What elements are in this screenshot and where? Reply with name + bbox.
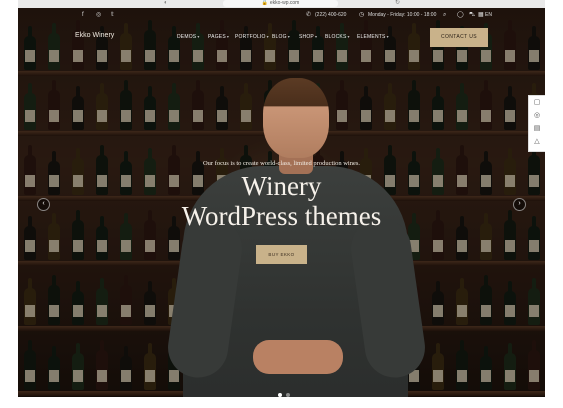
doc-icon[interactable]: ▤ xyxy=(529,122,545,135)
contact-us-button[interactable]: CONTACT US xyxy=(430,28,488,47)
hero-title-line2: WordPress themes xyxy=(181,201,382,231)
clock-icon: ◷ xyxy=(359,12,365,18)
flag-icon: ▦ xyxy=(478,12,484,18)
opening-hours: Monday - Friday: 10:00 - 18:00 xyxy=(368,12,437,18)
reader-icon[interactable]: ◐ xyxy=(164,0,168,7)
nav-item-blog[interactable]: BLOG▾ xyxy=(272,34,290,40)
chevron-down-icon: ▾ xyxy=(266,34,269,39)
chevron-down-icon: ▾ xyxy=(347,34,350,39)
nav-item-elements[interactable]: ELEMENTS▾ xyxy=(357,34,389,40)
bag-icon[interactable]: △ xyxy=(529,135,545,148)
chat-icon[interactable]: ▢ xyxy=(529,96,545,109)
language-selector[interactable]: EN xyxy=(485,10,492,20)
side-toolbar: ▢ ◎ ▤ △ xyxy=(528,95,545,152)
url-text: ekko-wp.com xyxy=(269,0,300,6)
instagram-icon[interactable]: ◎ xyxy=(96,10,101,20)
nav-item-portfolio[interactable]: PORTFOLIO▾ xyxy=(235,34,269,40)
chevron-down-icon: ▾ xyxy=(287,34,290,39)
cart-icon[interactable]: ⛍ xyxy=(469,10,475,20)
man-figure-image xyxy=(164,78,429,397)
nav-item-shop[interactable]: SHOP▾ xyxy=(299,34,317,40)
user-icon[interactable]: ◯ xyxy=(457,10,464,20)
support-icon[interactable]: ◎ xyxy=(529,109,545,122)
facebook-icon[interactable]: f xyxy=(82,10,84,20)
hero-subtitle: Our focus is to create world-class, limi… xyxy=(202,160,361,167)
nav-item-blocks[interactable]: BLOCKS▾ xyxy=(325,34,350,40)
site-logo[interactable]: Ekko Winery xyxy=(75,32,114,39)
slider-prev-arrow-icon[interactable]: ‹ xyxy=(37,198,50,211)
chevron-down-icon: ▾ xyxy=(197,34,200,39)
chevron-down-icon: ▾ xyxy=(386,34,389,39)
lock-icon: 🔒 xyxy=(261,0,268,6)
nav-item-pages[interactable]: PAGES▾ xyxy=(208,34,229,40)
nav-item-demos[interactable]: DEMOS▾ xyxy=(177,34,200,40)
hero-title-line1: Winery xyxy=(241,171,322,201)
reload-icon[interactable]: ↻ xyxy=(395,0,400,7)
address-bar[interactable]: 🔒 ekko-wp.com xyxy=(223,0,338,7)
top-bar: f ◎ 𝕥 ✆ (222) 400-620 ◷ Monday - Friday:… xyxy=(18,8,545,24)
slider-dot-2[interactable] xyxy=(286,393,290,397)
chevron-down-icon: ▾ xyxy=(314,34,318,39)
chevron-down-icon: ▾ xyxy=(226,34,230,39)
slider-dot-1[interactable] xyxy=(278,393,282,397)
slider-next-arrow-icon[interactable]: › xyxy=(513,198,526,211)
search-icon[interactable]: ⌕ xyxy=(443,10,446,20)
slider-pagination xyxy=(276,384,292,397)
phone-icon: ✆ xyxy=(306,12,312,18)
website-viewport: f ◎ 𝕥 ✆ (222) 400-620 ◷ Monday - Friday:… xyxy=(18,8,545,397)
twitter-icon[interactable]: 𝕥 xyxy=(111,10,114,20)
phone-number[interactable]: (222) 400-620 xyxy=(315,10,346,20)
buy-button[interactable]: BUY EKKO xyxy=(256,245,307,264)
